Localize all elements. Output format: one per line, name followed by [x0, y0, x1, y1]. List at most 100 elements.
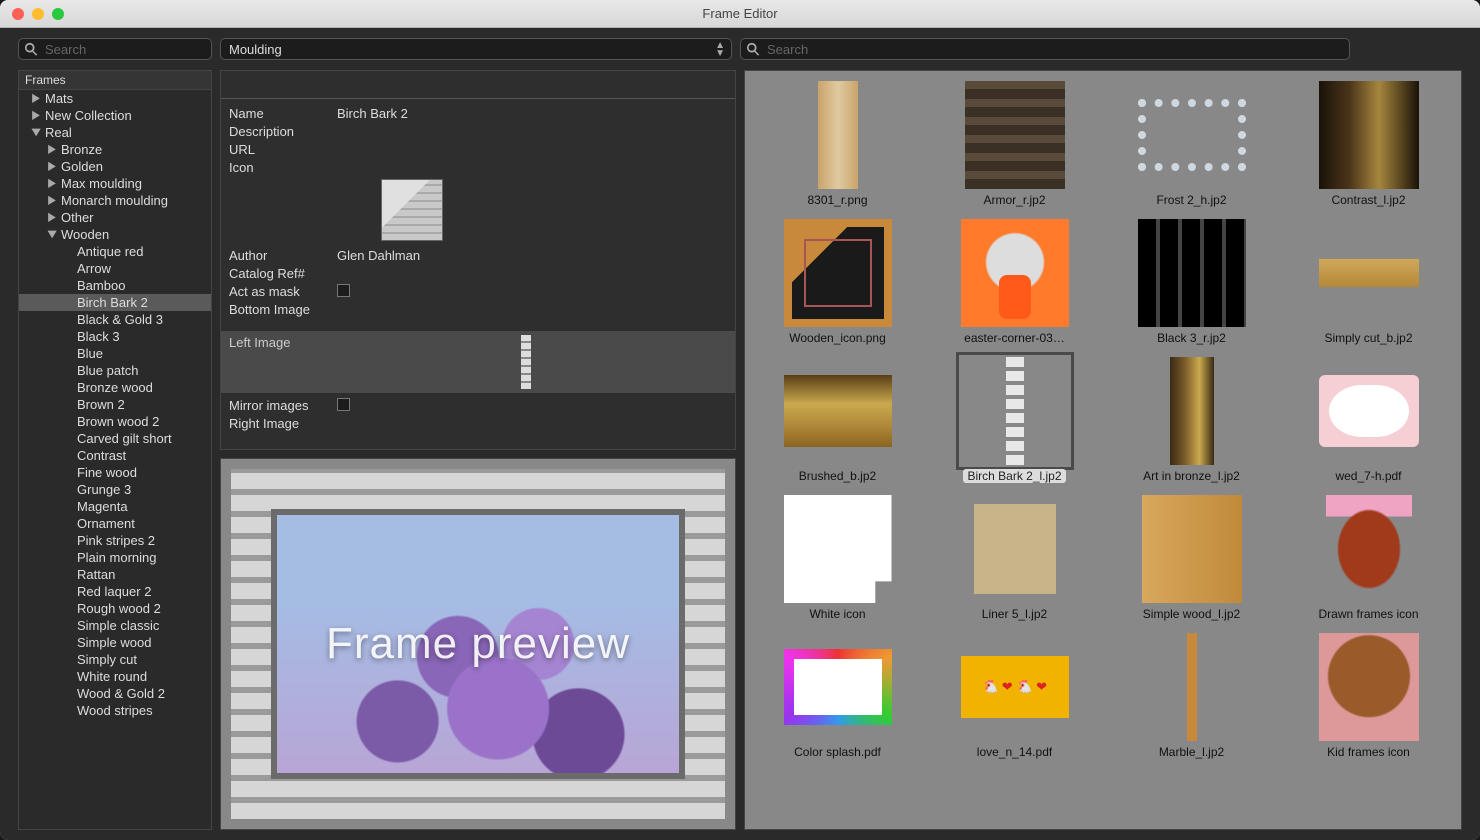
- search-gallery-input[interactable]: [740, 38, 1350, 60]
- gallery-item[interactable]: Kid frames icon: [1282, 629, 1455, 763]
- thumbnail-label: Birch Bark 2_l.jp2: [963, 469, 1065, 483]
- frames-tree[interactable]: ▶Mats▶New Collection▶Real▶Bronze▶Golden▶…: [18, 90, 212, 830]
- tree-caret-icon[interactable]: ▶: [31, 109, 41, 122]
- tree-item-label: Contrast: [77, 448, 126, 463]
- tree-item-label: Carved gilt short: [77, 431, 172, 446]
- prop-mirror-checkbox[interactable]: [337, 398, 350, 411]
- tree-item[interactable]: Simply cut: [19, 651, 211, 668]
- gallery-item[interactable]: easter-corner-03…: [928, 215, 1101, 349]
- tree-item[interactable]: ▶Real: [19, 124, 211, 141]
- gallery-item[interactable]: Armor_r.jp2: [928, 77, 1101, 211]
- section-dropdown[interactable]: Moulding ▲▼: [220, 38, 732, 60]
- thumbnail-image: [1315, 633, 1423, 741]
- tree-item[interactable]: Brown 2: [19, 396, 211, 413]
- tree-caret-icon[interactable]: ▶: [45, 230, 58, 240]
- gallery-item[interactable]: Birch Bark 2_l.jp2: [928, 353, 1101, 487]
- gallery-item[interactable]: Color splash.pdf: [751, 629, 924, 763]
- gallery-item[interactable]: Contrast_l.jp2: [1282, 77, 1455, 211]
- tree-item[interactable]: Grunge 3: [19, 481, 211, 498]
- tree-item[interactable]: ▶Bronze: [19, 141, 211, 158]
- tree-item[interactable]: Fine wood: [19, 464, 211, 481]
- tree-item[interactable]: Simple classic: [19, 617, 211, 634]
- tree-item[interactable]: Wood stripes: [19, 702, 211, 719]
- tree-caret-icon[interactable]: ▶: [31, 92, 41, 105]
- search-right: [740, 38, 1350, 60]
- tree-item[interactable]: Pink stripes 2: [19, 532, 211, 549]
- tree-item[interactable]: Red laquer 2: [19, 583, 211, 600]
- gallery-item[interactable]: Drawn frames icon: [1282, 491, 1455, 625]
- prop-icon-thumbnail[interactable]: [381, 179, 443, 241]
- gallery[interactable]: 8301_r.pngArmor_r.jp2Frost 2_h.jp2Contra…: [744, 70, 1462, 830]
- gallery-item[interactable]: Simply cut_b.jp2: [1282, 215, 1455, 349]
- search-frames-input[interactable]: [18, 38, 212, 60]
- tree-item[interactable]: ▶Wooden: [19, 226, 211, 243]
- tree-caret-icon[interactable]: ▶: [47, 160, 57, 173]
- thumbnail-image: [1315, 81, 1423, 189]
- thumbnail-label: Liner 5_l.jp2: [982, 607, 1047, 621]
- gallery-item[interactable]: White icon: [751, 491, 924, 625]
- tree-caret-icon[interactable]: ▶: [47, 211, 57, 224]
- toolbar: Moulding ▲▼: [0, 28, 1480, 70]
- tree-caret-icon[interactable]: ▶: [47, 177, 57, 190]
- thumbnail-image: [961, 357, 1069, 465]
- titlebar: Frame Editor: [0, 0, 1480, 28]
- tree-item[interactable]: Antique red: [19, 243, 211, 260]
- tree-item[interactable]: ▶ Other: [19, 209, 211, 226]
- tree-item[interactable]: ▶Max moulding: [19, 175, 211, 192]
- tree-item[interactable]: ▶ Mats: [19, 90, 211, 107]
- tree-item-label: Simple classic: [77, 618, 159, 633]
- tree-item[interactable]: Rattan: [19, 566, 211, 583]
- gallery-item[interactable]: Liner 5_l.jp2: [928, 491, 1101, 625]
- gallery-item[interactable]: Frost 2_h.jp2: [1105, 77, 1278, 211]
- tree-item-label: Other: [61, 210, 94, 225]
- tree-item[interactable]: Black 3: [19, 328, 211, 345]
- gallery-item[interactable]: Wooden_icon.png: [751, 215, 924, 349]
- gallery-item[interactable]: wed_7-h.pdf: [1282, 353, 1455, 487]
- gallery-item[interactable]: Simple wood_l.jp2: [1105, 491, 1278, 625]
- tree-item[interactable]: Arrow: [19, 260, 211, 277]
- tree-caret-icon[interactable]: ▶: [47, 194, 57, 207]
- tree-item[interactable]: Birch Bark 2: [19, 294, 211, 311]
- gallery-item[interactable]: 8301_r.png: [751, 77, 924, 211]
- tree-item[interactable]: Bamboo: [19, 277, 211, 294]
- properties-header-bar: [221, 77, 735, 99]
- tree-item-label: Black 3: [77, 329, 120, 344]
- dropdown-value: Moulding: [229, 42, 282, 57]
- tree-item[interactable]: Plain morning: [19, 549, 211, 566]
- tree-item-label: Blue: [77, 346, 103, 361]
- thumbnail-image: [784, 495, 892, 603]
- prop-description-label: Description: [229, 124, 337, 139]
- tree-item[interactable]: ▶New Collection: [19, 107, 211, 124]
- gallery-item[interactable]: Black 3_r.jp2: [1105, 215, 1278, 349]
- tree-item[interactable]: ▶Monarch moulding: [19, 192, 211, 209]
- tree-caret-icon[interactable]: ▶: [29, 128, 42, 138]
- tree-item[interactable]: Contrast: [19, 447, 211, 464]
- tree-item[interactable]: Bronze wood: [19, 379, 211, 396]
- tree-item[interactable]: Brown wood 2: [19, 413, 211, 430]
- prop-actasmask-checkbox[interactable]: [337, 284, 350, 297]
- prop-leftimage-row[interactable]: Left Image: [221, 331, 735, 393]
- sidebar-header: Frames: [18, 70, 212, 90]
- gallery-item[interactable]: Art in bronze_l.jp2: [1105, 353, 1278, 487]
- gallery-item[interactable]: Brushed_b.jp2: [751, 353, 924, 487]
- gallery-item[interactable]: Marble_l.jp2: [1105, 629, 1278, 763]
- tree-item[interactable]: Blue patch: [19, 362, 211, 379]
- thumbnail-image: [1315, 357, 1423, 465]
- tree-item[interactable]: Rough wood 2: [19, 600, 211, 617]
- tree-item[interactable]: Blue: [19, 345, 211, 362]
- prop-author-value[interactable]: Glen Dahlman: [337, 248, 420, 263]
- tree-item[interactable]: Simple wood: [19, 634, 211, 651]
- tree-item[interactable]: Ornament: [19, 515, 211, 532]
- thumbnail-label: Black 3_r.jp2: [1157, 331, 1226, 345]
- tree-item[interactable]: Black & Gold 3: [19, 311, 211, 328]
- tree-item[interactable]: White round: [19, 668, 211, 685]
- gallery-item[interactable]: 🐔 ❤ 🐔 ❤love_n_14.pdf: [928, 629, 1101, 763]
- tree-item[interactable]: Magenta: [19, 498, 211, 515]
- tree-item[interactable]: ▶Golden: [19, 158, 211, 175]
- tree-item[interactable]: Wood & Gold 2: [19, 685, 211, 702]
- tree-item[interactable]: Carved gilt short: [19, 430, 211, 447]
- prop-name-value[interactable]: Birch Bark 2: [337, 106, 408, 121]
- tree-item-label: Mats: [45, 91, 73, 106]
- tree-caret-icon[interactable]: ▶: [47, 143, 57, 156]
- tree-item-label: Red laquer 2: [77, 584, 151, 599]
